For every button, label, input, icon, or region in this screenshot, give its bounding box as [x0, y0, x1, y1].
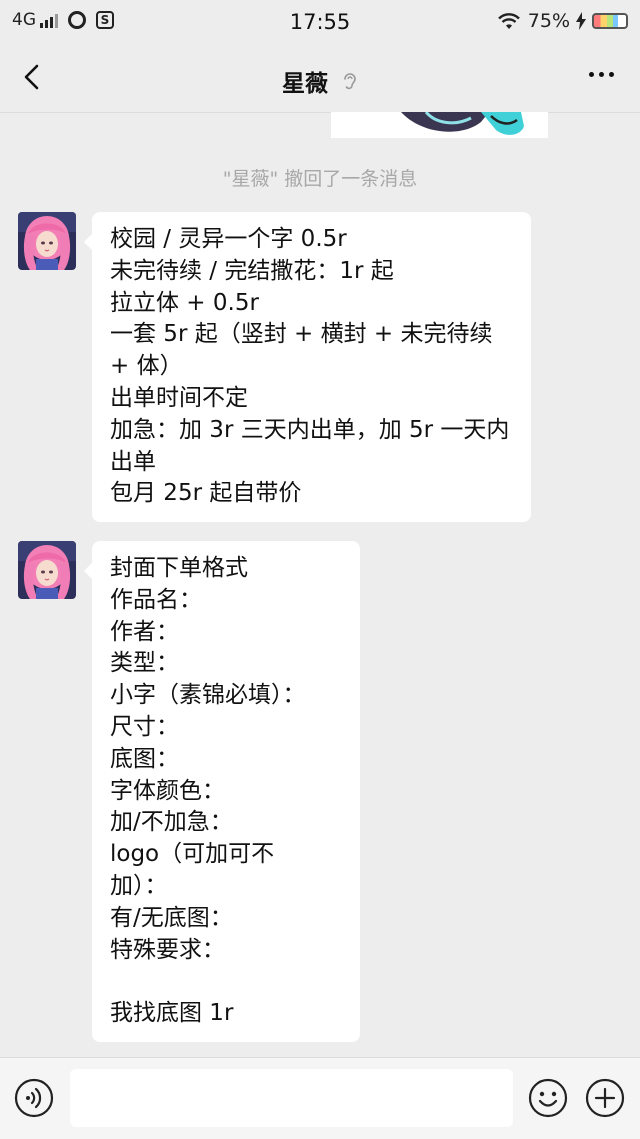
message-line: 加/不加急：: [110, 809, 233, 836]
message-bubble[interactable]: 封面下单格式 作品名： 作者： 类型： 小字（素锦必填）： 尺寸： 底图： 字体…: [84, 541, 360, 1042]
charging-icon: [576, 12, 586, 30]
message-line: 作者：: [110, 618, 179, 645]
message-line: 加）：: [110, 872, 168, 899]
message-line: 字体颜色：: [110, 777, 225, 804]
message-line: 小字（素锦必填）：: [110, 682, 306, 709]
message-line: 我找底图 1r: [110, 1000, 234, 1027]
message-line: 出单时间不定: [110, 384, 248, 411]
input-bar: [0, 1057, 640, 1139]
message-line: 出单: [110, 448, 156, 475]
plus-icon[interactable]: [585, 1078, 625, 1118]
message-line: 校园 / 灵异一个字 0.5r: [110, 226, 347, 252]
message-line: 有/无底图：: [110, 904, 233, 931]
avatar[interactable]: [18, 541, 76, 599]
message-input[interactable]: [70, 1069, 513, 1127]
chat-title: 星薇: [282, 71, 328, 97]
wifi-icon: [497, 13, 520, 29]
battery-percent: 75%: [527, 10, 570, 32]
sticker-image[interactable]: [331, 112, 548, 138]
sticker-art: [401, 112, 524, 135]
message-line: 包月 25r 起自带价: [110, 480, 302, 507]
message-line: 尺寸：: [110, 713, 179, 740]
message-line: 加急：加 3r 三天内出单，加 5r 一天内: [110, 416, 510, 443]
more-dots-icon[interactable]: [589, 72, 614, 77]
avatar-image: [18, 212, 76, 270]
status-right: 75%: [496, 10, 628, 32]
nav-bar: 星薇: [0, 44, 640, 113]
message-line: 底图：: [110, 745, 179, 772]
chat-title-area: 星薇: [0, 64, 640, 98]
avatar[interactable]: [18, 212, 76, 270]
message-line: 作品名：: [110, 586, 202, 613]
message-bubble[interactable]: 校园 / 灵异一个字 0.5r 未完待续 / 完结撒花：1r 起 拉立体 + 0…: [84, 212, 531, 523]
message-line: + 体）: [110, 353, 183, 380]
battery-icon: [592, 13, 628, 29]
message-line: logo（可加可不: [110, 841, 275, 868]
chat-area[interactable]: "星薇" 撤回了一条消息 校园 / 灵异一个字 0.5r 未完待续 / 完结撒花…: [0, 112, 640, 1057]
message-line: 一套 5r 起（竖封 + 横封 + 未完待续: [110, 321, 493, 348]
message-line: [110, 966, 342, 998]
message-line: 特殊要求：: [110, 936, 225, 963]
status-bar: 4G S 17:55 75%: [0, 0, 640, 44]
message-line: 拉立体 + 0.5r: [110, 289, 259, 316]
emoji-icon[interactable]: [528, 1078, 568, 1118]
message-line: 封面下单格式: [110, 555, 248, 581]
ear-icon: [344, 73, 356, 90]
voice-icon[interactable]: [14, 1078, 54, 1118]
message-line: 类型：: [110, 650, 179, 677]
recall-notice: "星薇" 撤回了一条消息: [222, 168, 418, 190]
avatar-image: [18, 541, 76, 599]
message-line: 未完待续 / 完结撒花：1r 起: [110, 257, 394, 284]
